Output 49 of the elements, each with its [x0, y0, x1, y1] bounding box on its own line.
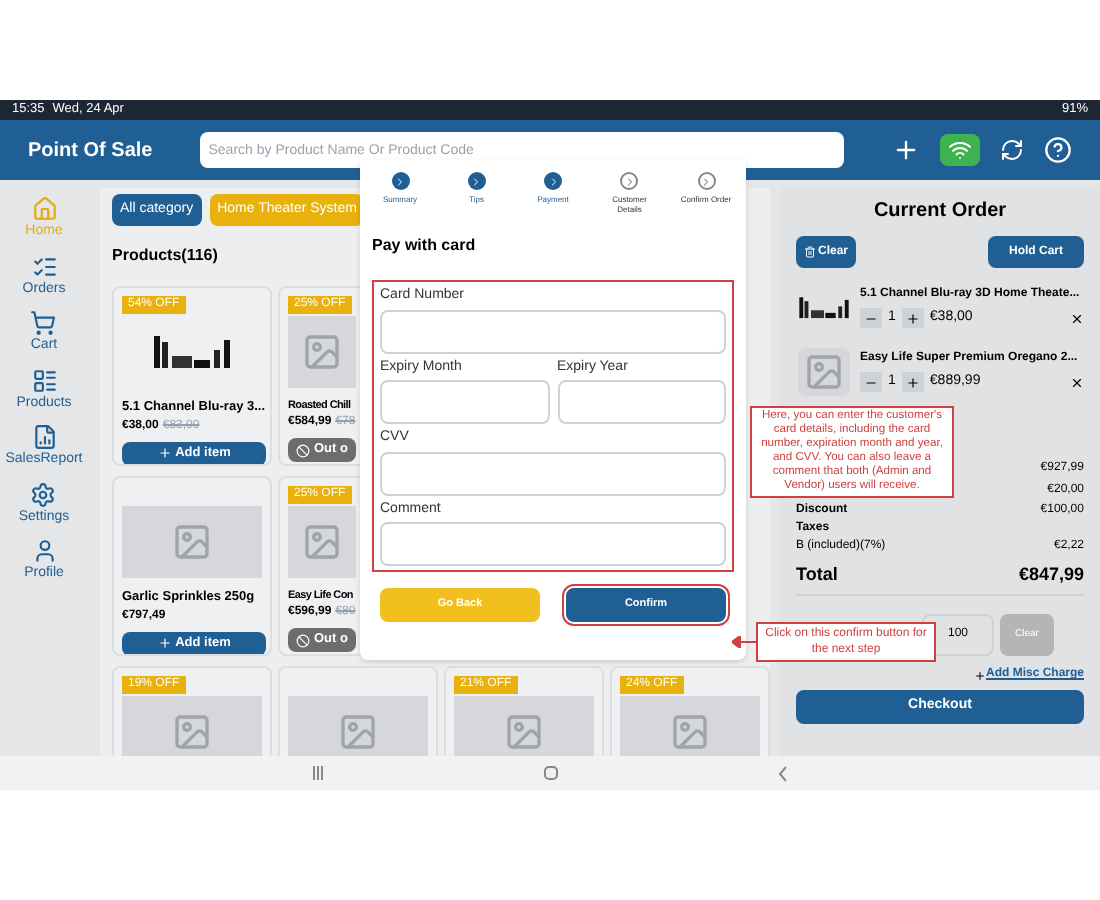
- image-icon: [302, 332, 342, 372]
- input-field[interactable]: [380, 309, 726, 353]
- remove-icon[interactable]: [1070, 311, 1084, 326]
- wifi-button[interactable]: [940, 134, 980, 166]
- image-icon: [670, 712, 710, 752]
- gear-icon: [30, 481, 57, 507]
- total-label: Total: [796, 561, 838, 587]
- image-icon: [172, 712, 212, 752]
- app-title: Point Of Sale: [28, 137, 153, 165]
- house-icon: [31, 196, 57, 222]
- input-field[interactable]: [557, 380, 726, 424]
- products-heading: Products(116): [112, 244, 218, 268]
- report-icon: [31, 424, 57, 450]
- home-icon[interactable]: [544, 766, 558, 780]
- grid-list-icon: [31, 367, 57, 393]
- list-icon: [31, 253, 57, 279]
- recents-icon[interactable]: [312, 766, 324, 780]
- pointer-arrow: [732, 636, 756, 648]
- add-icon[interactable]: [892, 136, 920, 164]
- speakers-icon: [798, 295, 850, 320]
- person-icon: [31, 538, 57, 564]
- image-icon: [172, 522, 212, 562]
- trash-icon: [804, 246, 816, 258]
- help-icon[interactable]: [1044, 136, 1072, 164]
- image-icon: [302, 522, 342, 562]
- decrease-button[interactable]: [860, 308, 882, 329]
- plus-icon: [157, 446, 172, 461]
- input-field[interactable]: [380, 380, 549, 424]
- ban-icon: [296, 633, 310, 648]
- back-icon[interactable]: [778, 765, 788, 781]
- total-value: €847,99: [1018, 561, 1084, 587]
- plus-icon: [973, 669, 986, 681]
- input-field[interactable]: [380, 522, 726, 566]
- dialog-title: Pay with card: [372, 234, 478, 258]
- order-title: Current Order: [871, 198, 1009, 226]
- plus-icon: [905, 311, 920, 326]
- increase-button[interactable]: [901, 308, 924, 329]
- speakers-icon: [152, 334, 232, 370]
- plus-icon: [157, 636, 172, 651]
- input-field[interactable]: [380, 451, 726, 495]
- ban-icon: [296, 443, 310, 458]
- refresh-icon[interactable]: [1000, 138, 1024, 162]
- cart-icon: [30, 310, 57, 336]
- image-icon: [504, 712, 544, 752]
- remove-icon[interactable]: [1070, 375, 1084, 389]
- image-icon: [338, 712, 378, 752]
- increase-button[interactable]: [901, 372, 924, 392]
- decrease-button[interactable]: [860, 372, 882, 392]
- plus-icon: [905, 375, 920, 389]
